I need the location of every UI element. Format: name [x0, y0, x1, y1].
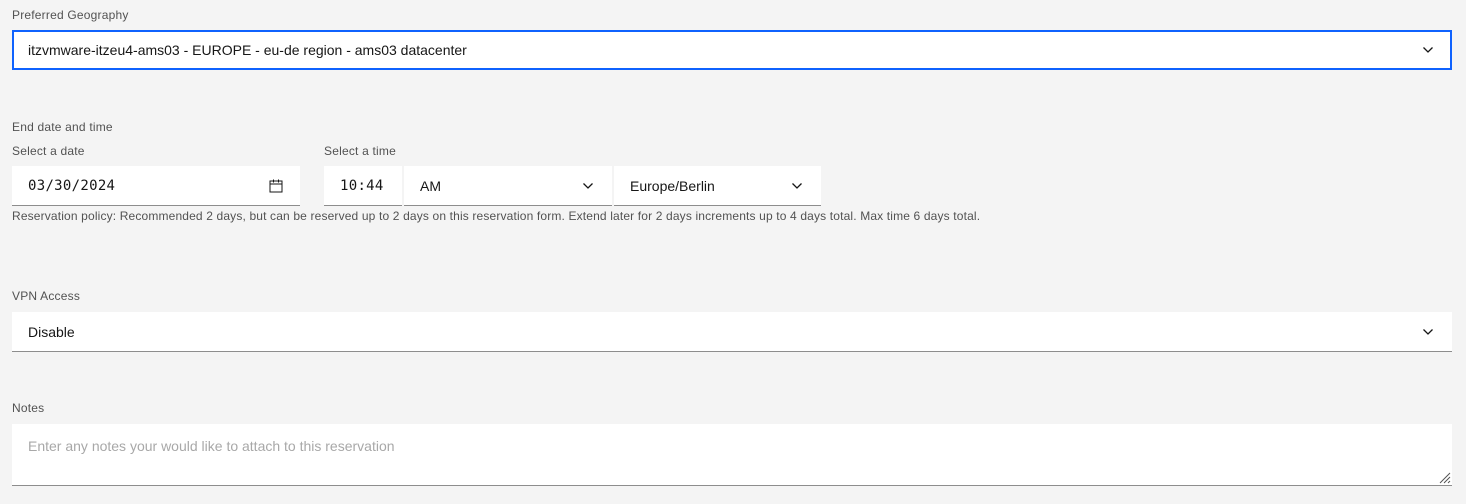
notes-textarea[interactable]: Enter any notes your would like to attac… — [12, 424, 1452, 486]
timezone-select-value: Europe/Berlin — [630, 177, 715, 194]
vpn-select-value: Disable — [28, 323, 75, 340]
time-label: Select a time — [324, 144, 396, 158]
geography-label: Preferred Geography — [12, 8, 129, 22]
resize-handle-icon[interactable] — [1437, 470, 1451, 484]
time-input-value: 10:44 — [340, 177, 384, 194]
ampm-select[interactable]: AM — [404, 166, 612, 206]
ampm-select-value: AM — [420, 177, 441, 194]
calendar-icon[interactable] — [268, 178, 284, 194]
chevron-down-icon — [583, 182, 593, 189]
notes-label: Notes — [12, 401, 45, 415]
timezone-select[interactable]: Europe/Berlin — [614, 166, 821, 206]
reservation-policy-helper: Reservation policy: Recommended 2 days, … — [12, 209, 981, 223]
vpn-select[interactable]: Disable — [12, 312, 1452, 352]
date-input[interactable]: 03/30/2024 — [12, 166, 300, 206]
geography-select[interactable]: itzvmware-itzeu4-ams03 - EUROPE - eu-de … — [12, 30, 1452, 70]
time-input[interactable]: 10:44 — [324, 166, 402, 206]
vpn-label: VPN Access — [12, 289, 81, 303]
date-input-value: 03/30/2024 — [28, 177, 116, 194]
chevron-down-icon — [1423, 47, 1433, 53]
date-label: Select a date — [12, 144, 85, 158]
chevron-down-icon — [792, 182, 802, 189]
end-datetime-label: End date and time — [12, 120, 113, 134]
notes-placeholder: Enter any notes your would like to attac… — [28, 438, 395, 454]
geography-select-value: itzvmware-itzeu4-ams03 - EUROPE - eu-de … — [28, 42, 467, 58]
chevron-down-icon — [1423, 328, 1433, 335]
